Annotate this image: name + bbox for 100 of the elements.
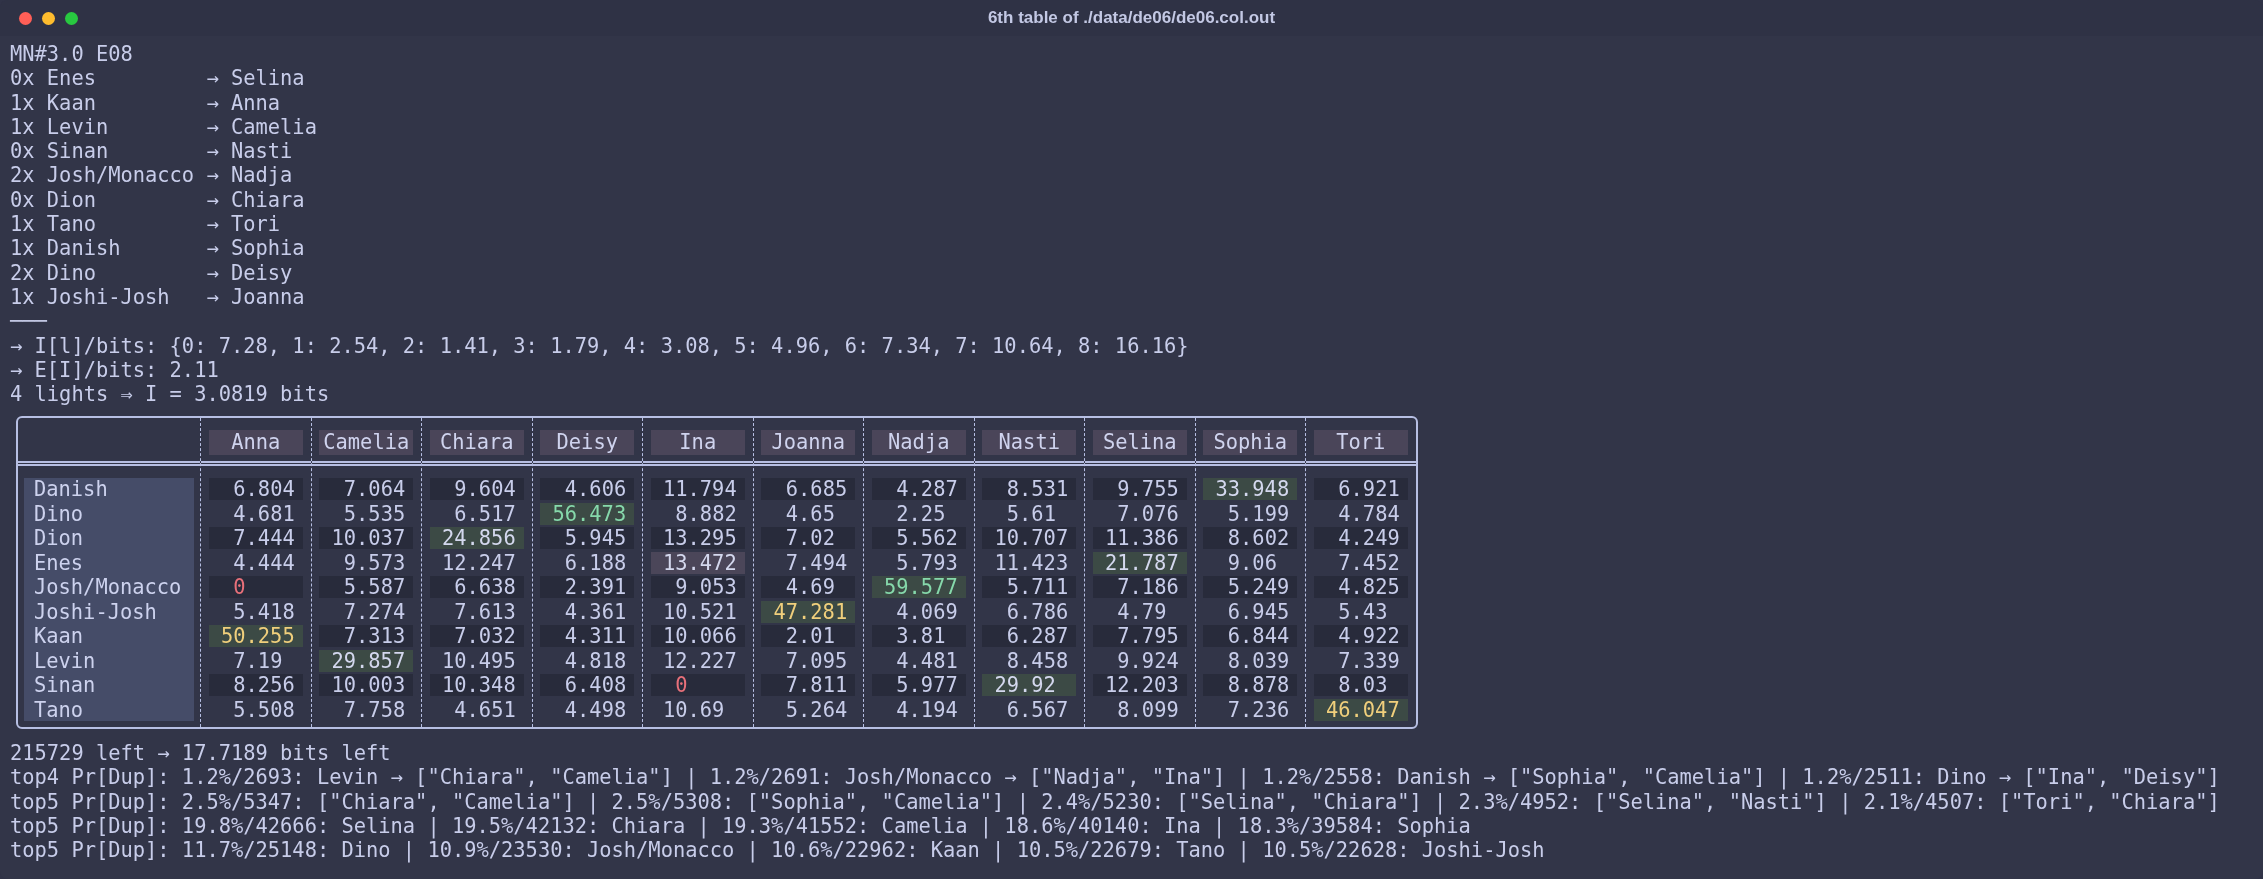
table-cell: 7.811: [761, 674, 856, 697]
table-cell-text: 12.227: [662, 649, 738, 672]
table-cell: 2.391: [540, 576, 635, 599]
table-cell-text: 10.495: [441, 649, 517, 672]
table-cell-text: 6.567: [1005, 698, 1070, 721]
table-cell-text: 6.517: [453, 502, 517, 525]
table-cell-text: 7.758: [342, 698, 407, 721]
table-cell: 5.977: [871, 674, 966, 697]
row-header: Joshi-Josh: [33, 600, 158, 623]
table-cell-text: 4.651: [453, 698, 517, 721]
table-cell: 50.255: [208, 625, 303, 648]
table-cell: 29.92: [982, 674, 1077, 697]
table-cell-text: 12.247: [441, 551, 517, 574]
table-cell: 7.444: [208, 527, 303, 550]
output-line: 0x Enes → Selina: [10, 66, 306, 91]
column-header: Nadja: [871, 430, 966, 456]
table-cell-text: 10.521: [662, 600, 738, 623]
row-header: Tano: [33, 698, 85, 721]
table-cell-text: 8.039: [1226, 649, 1291, 672]
table-cell: 4.287: [871, 478, 966, 501]
output-line: top5 Pr[Dup]: 2.5%/5347: ["Chiara", "Camelia"] | 2.5%/5308: ["Sophia", "Camelia"] | 2.4%/5230: ["Selina", "Chiara"] | 2.3%/4952: ["Selina", "Nasti"] | 2.1%/4507: ["Tori", "Chiara"]: [10, 789, 2221, 814]
table-cell-text: 7.19: [232, 649, 284, 672]
output-line: 1x Joshi-Josh → Joanna: [10, 284, 306, 310]
output-line: 1x Tano → Tori: [10, 212, 282, 237]
table-cell: 4.249: [1313, 527, 1408, 550]
table-cell-text: 7.095: [784, 649, 849, 672]
table-cell-text: 11.423: [993, 551, 1070, 574]
output-line: 2x Dino → Deisy: [10, 260, 294, 285]
row-header: Levin: [33, 649, 97, 672]
row-header: Dino: [33, 502, 85, 525]
column-header: Camelia: [319, 430, 414, 456]
table-cell: 4.311: [540, 625, 635, 648]
table-cell-text: 4.65: [784, 502, 836, 525]
row-header: Sinan: [33, 674, 97, 697]
table-cell: 5.945: [540, 527, 635, 550]
table-cell: 7.02: [761, 527, 856, 550]
table-cell-text: 9.573: [342, 551, 407, 574]
table-cell-text: 7.494: [784, 551, 849, 574]
row-header: Dion: [33, 527, 85, 550]
minimize-button[interactable]: [42, 11, 55, 25]
output-line: 215729 left → 17.7189 bits left: [10, 740, 392, 766]
output-line: 2x Josh/Monacco → Nadja: [10, 163, 294, 188]
table-cell: 24.856: [429, 527, 524, 550]
table-cell-text: 7.274: [342, 600, 407, 623]
row-header: Danish: [33, 478, 109, 501]
table-cell: 47.281: [761, 600, 856, 623]
table-cell-text: 7.076: [1116, 502, 1180, 525]
output-line: 1x Danish → Sophia: [10, 236, 306, 261]
table-cell: 9.053: [650, 576, 745, 599]
table-cell: 6.638: [429, 576, 524, 599]
table-cell: 4.69: [761, 576, 856, 599]
table-cell: 4.606: [540, 478, 635, 501]
table-cell-text: 5.508: [232, 698, 296, 721]
table-cell: 33.948: [1203, 478, 1298, 501]
table-cell-text: 5.61: [1005, 502, 1057, 525]
table-cell-text: 5.793: [895, 551, 959, 574]
column-header: Anna: [208, 430, 303, 456]
table-cell: 5.711: [982, 576, 1077, 599]
output-line: 0x Sinan → Nasti: [10, 139, 294, 164]
table-cell-text: 8.099: [1116, 698, 1180, 721]
table-cell: 11.794: [650, 478, 745, 501]
table-cell-text: 4.194: [895, 698, 959, 721]
table-cell: 59.577: [871, 576, 966, 599]
table-cell-text: 4.79: [1116, 600, 1168, 623]
table-cell: 5.587: [319, 576, 414, 599]
table-cell: 8.602: [1203, 527, 1298, 550]
table-cell: 6.685: [761, 478, 856, 501]
table-cell: 10.037: [319, 527, 414, 550]
output-line: 0x Dion → Chiara: [10, 187, 306, 213]
output-line: top5 Pr[Dup]: 11.7%/25148: Dino | 10.9%/23530: Josh/Monacco | 10.6%/22962: Kaan | 10.5%/22679: Tano | 10.5%/22628: Joshi-Josh: [10, 838, 1546, 863]
window-title: 6th table of ./data/de06/de06.col.out: [987, 8, 1276, 28]
table-cell-text: 6.945: [1226, 600, 1291, 623]
output-line: 1x Levin → Camelia: [10, 114, 318, 140]
output-line: 4 lights ⇒ I = 3.0819 bits: [10, 382, 331, 407]
output-line: 1x Kaan → Anna: [10, 90, 282, 115]
table-cell: 11.386: [1092, 527, 1187, 550]
output-line: ───: [10, 309, 48, 334]
close-button[interactable]: [19, 11, 32, 25]
column-header: Joanna: [761, 430, 856, 456]
table-cell-text: 5.199: [1226, 502, 1291, 525]
column-header: Nasti: [982, 430, 1077, 456]
table-cell: 10.066: [650, 625, 745, 648]
table-cell-text: 4.444: [232, 551, 296, 574]
maximize-button[interactable]: [65, 11, 78, 25]
table-cell-text: 6.786: [1005, 600, 1070, 623]
table-cell-text: 5.418: [232, 600, 296, 623]
table-cell-text: 4.818: [563, 649, 628, 672]
table-cell: 3.81: [871, 625, 966, 648]
table-cell-text: 8.458: [1005, 649, 1070, 672]
table-cell-text: 7.339: [1337, 649, 1401, 672]
table-cell: 13.472: [650, 551, 745, 574]
table-cell: 6.844: [1203, 625, 1298, 648]
table-cell-text: 9.06: [1226, 551, 1278, 574]
column-header: Selina: [1092, 430, 1187, 456]
table-cell-text: 4.361: [563, 600, 628, 623]
column-header: Tori: [1313, 430, 1408, 456]
table-cell: 4.825: [1313, 576, 1408, 599]
table-cell-text: 4.498: [563, 698, 628, 721]
table-cell: 7.064: [319, 478, 414, 501]
table-cell: 0: [650, 674, 745, 697]
